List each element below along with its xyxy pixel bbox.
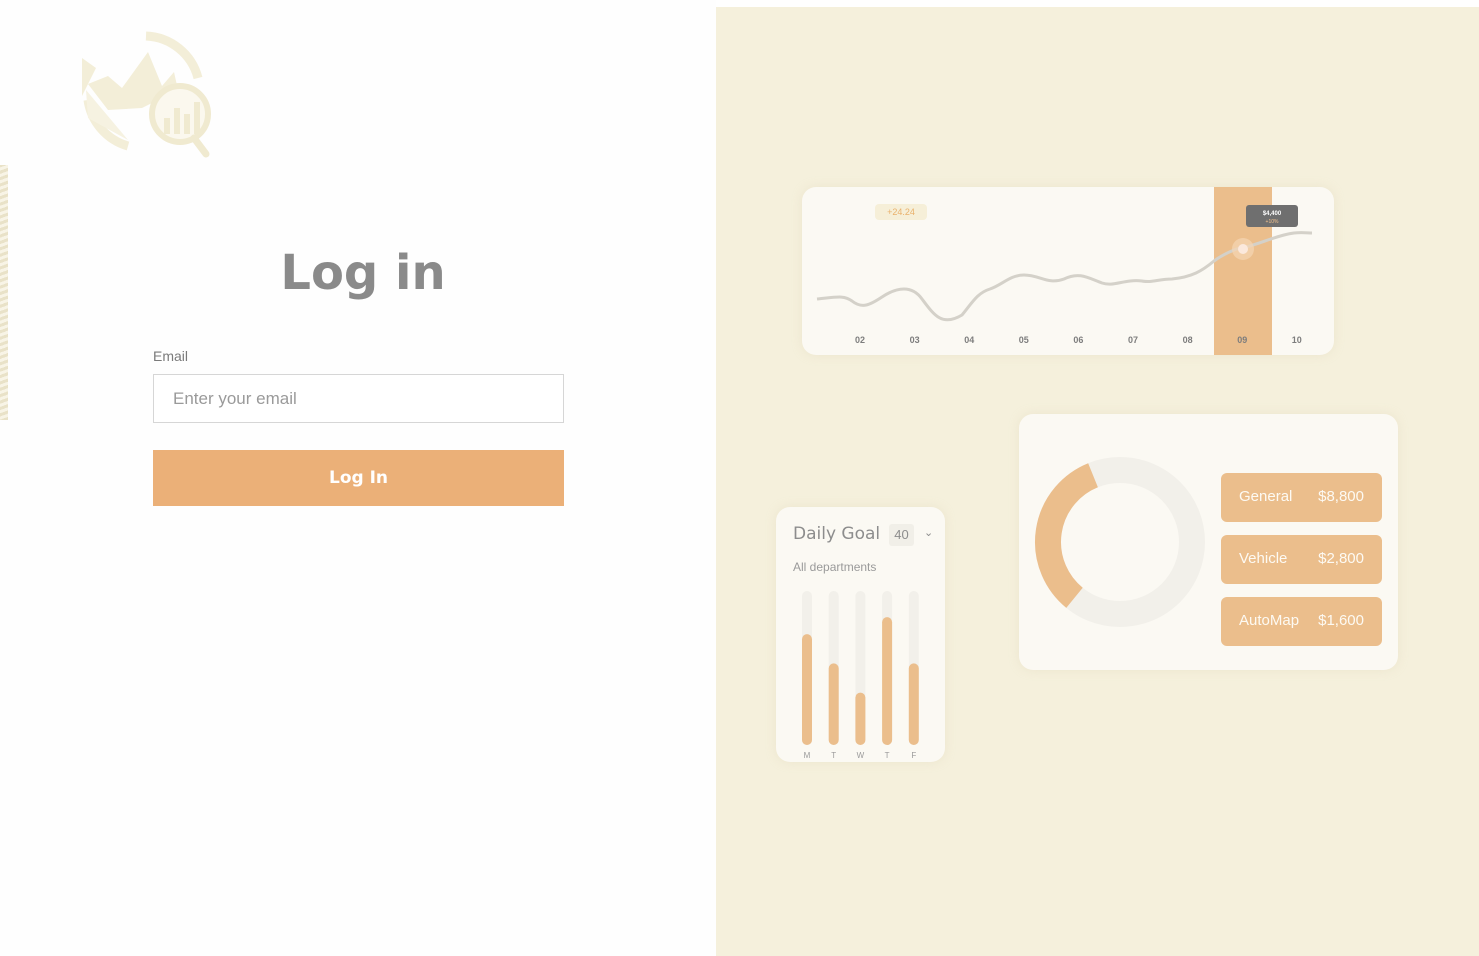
x-tick-label: 07 xyxy=(1128,335,1138,345)
x-tick-label: 09 xyxy=(1237,335,1247,345)
highlight-point-core xyxy=(1238,244,1248,254)
legend-name: AutoMap xyxy=(1239,612,1300,629)
bar xyxy=(802,634,812,745)
bar-label: W xyxy=(857,751,865,760)
page-title: Log in xyxy=(280,245,446,301)
bar xyxy=(908,663,919,745)
x-tick-label: 02 xyxy=(855,335,865,345)
bar-label: M xyxy=(804,751,811,760)
line-chart: 02 03 04 05 06 07 08 09 10 $4,400 +10% xyxy=(816,187,1313,355)
donut-chart-card: General $8,800 Vehicle $2,800 AutoMap $1… xyxy=(1019,414,1398,670)
legend-name: Vehicle xyxy=(1239,550,1288,567)
bar xyxy=(855,692,866,745)
legend-value: $1,600 xyxy=(1318,612,1364,629)
x-tick-label: 06 xyxy=(1073,335,1083,345)
donut-chart xyxy=(1035,457,1205,627)
legend-name: General xyxy=(1239,488,1293,505)
analytics-logo-icon xyxy=(82,31,211,158)
legend-value: $2,800 xyxy=(1318,550,1364,567)
email-label: Email xyxy=(153,348,189,364)
bar-label: F xyxy=(911,751,916,760)
daily-goal-bar-chart: MTWTF xyxy=(802,591,919,760)
bar xyxy=(828,663,839,745)
bar-label: T xyxy=(831,751,836,760)
login-button[interactable]: Log In xyxy=(153,450,564,506)
x-tick-label: 08 xyxy=(1183,335,1193,345)
legend-item-general: General $8,800 xyxy=(1221,473,1382,522)
legend-item-automap: AutoMap $1,600 xyxy=(1221,597,1382,646)
bar-label: T xyxy=(885,751,890,760)
x-tick-label: 03 xyxy=(910,335,920,345)
login-panel: Log in Email Log In xyxy=(0,0,716,956)
line-chart-card: +24.24 02 03 04 05 06 07 08 09 10 $4,400 +10% xyxy=(802,187,1334,355)
daily-goal-card: Daily Goal 40 ⌄ All departments MTWTF xyxy=(776,507,945,762)
bar xyxy=(882,617,893,745)
legend-value: $8,800 xyxy=(1318,488,1364,505)
donut-slice xyxy=(1035,463,1099,608)
legend-item-vehicle: Vehicle $2,800 xyxy=(1221,535,1382,584)
tooltip-value: $4,400 xyxy=(1263,211,1282,217)
x-tick-label: 04 xyxy=(964,335,974,345)
tooltip-delta: +10% xyxy=(1266,219,1279,225)
x-tick-label: 10 xyxy=(1292,335,1302,345)
x-tick-label: 05 xyxy=(1019,335,1029,345)
email-input[interactable] xyxy=(153,374,564,423)
